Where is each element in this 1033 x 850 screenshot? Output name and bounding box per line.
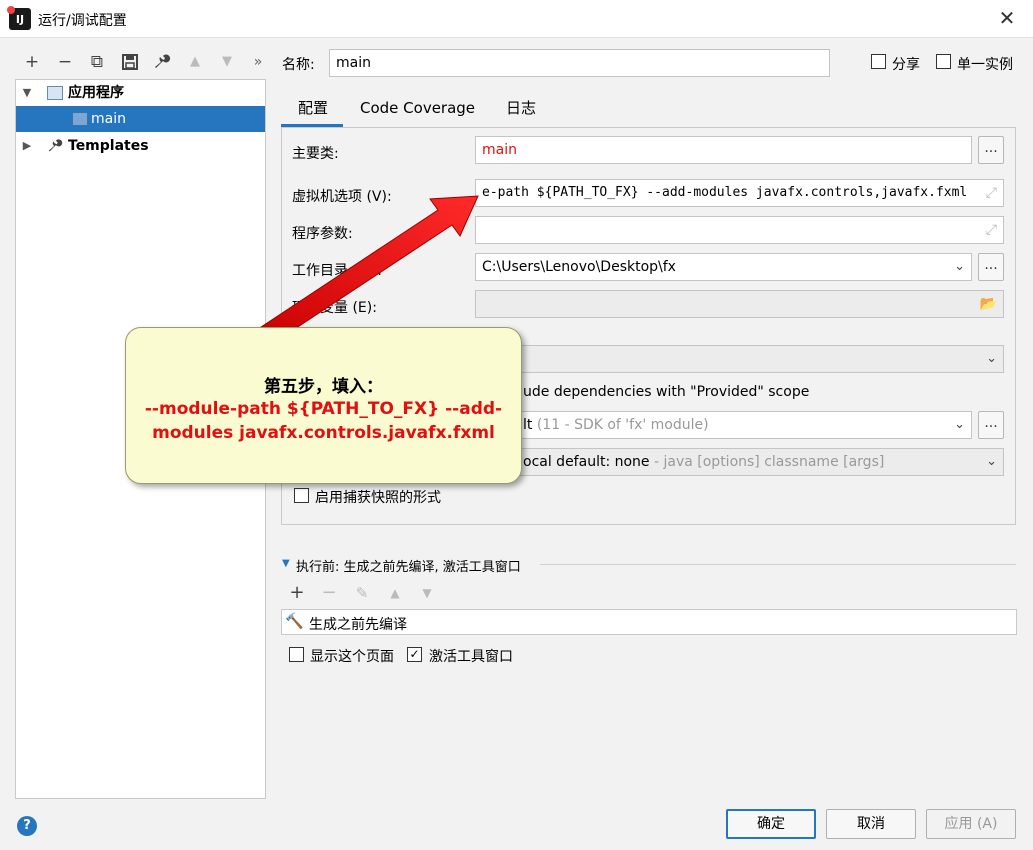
instruction-callout: 第五步，填入： --module-path ${PATH_TO_FX} --ad… xyxy=(125,327,522,484)
callout-value-text: --module-path ${PATH_TO_FX} --add-module… xyxy=(144,399,503,443)
ok-button[interactable]: 确定 xyxy=(726,809,816,839)
cancel-button[interactable]: 取消 xyxy=(826,809,916,839)
help-icon[interactable]: ? xyxy=(17,816,37,836)
callout-step-text: 第五步，填入： xyxy=(264,377,383,397)
apply-button[interactable]: 应用 (A) xyxy=(926,809,1016,839)
